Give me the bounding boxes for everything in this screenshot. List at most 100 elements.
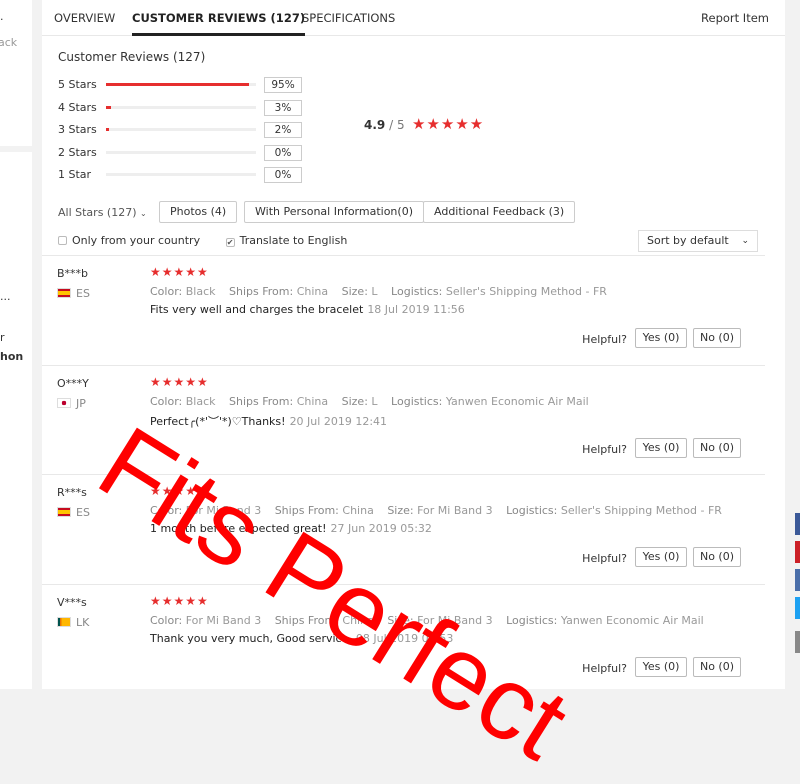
size-label: Size:	[341, 285, 368, 298]
ships-value: China	[296, 394, 329, 408]
flag-icon	[57, 507, 71, 517]
logistics-value: Yanwen Economic Air Mail	[560, 613, 704, 627]
translate-checkbox[interactable]: ✔ Translate to English	[225, 234, 348, 247]
pinterest-share-button[interactable]	[795, 541, 800, 563]
country-code: LK	[76, 615, 90, 629]
size-value: L	[371, 285, 378, 298]
chevron-down-icon: ⌄	[741, 236, 749, 246]
helpful-no-button[interactable]: No (0)	[693, 328, 741, 348]
review-attributes: Color: For Mi Band 3 Ships From: China S…	[150, 614, 704, 627]
review-text: Perfect╭(*'︶'*)♡Thanks! 20 Jul 2019 12:41	[150, 413, 387, 429]
rating-percent: 2%	[264, 122, 302, 138]
photos-filter-button[interactable]: Photos (4)	[159, 201, 238, 223]
ships-value: China	[296, 285, 329, 298]
review-body: 1 month before expected great!	[150, 522, 327, 535]
logistics-value: Yanwen Economic Air Mail	[445, 394, 589, 408]
helpful-yes-button[interactable]: Yes (0)	[635, 547, 687, 567]
only-country-label: Only from your country	[72, 234, 201, 247]
average-stars-icon: ★★★★★	[412, 115, 485, 133]
review-stars-icon: ★★★★★	[150, 593, 209, 608]
twitter-share-button[interactable]	[795, 597, 800, 619]
rating-row[interactable]: 2 Stars 0%	[58, 144, 318, 161]
personal-info-filter-button[interactable]: With Personal Information(0)	[244, 201, 424, 223]
review-text: Thank you very much, Good service. 08 Jul…	[150, 632, 453, 645]
rating-row[interactable]: 5 Stars 95%	[58, 77, 318, 93]
helpful-no-button[interactable]: No (0)	[693, 437, 741, 458]
rating-percent: 3%	[264, 99, 302, 116]
translate-label: Translate to English	[239, 234, 348, 247]
tab-specifications[interactable]: SPECIFICATIONS	[302, 11, 395, 25]
ships-value: China	[342, 613, 374, 627]
helpful-no-button[interactable]: No (0)	[693, 656, 741, 677]
country-code: ES	[76, 506, 90, 519]
review-body: Perfect╭(*'︶'*)♡Thanks!	[150, 414, 286, 428]
review-item: V***s LK ★★★★★ Color: For Mi Band 3 Ship…	[42, 583, 765, 693]
rating-bar	[106, 128, 256, 131]
tab-overview[interactable]: OVERVIEW	[54, 11, 115, 25]
tab-customer-reviews[interactable]: CUSTOMER REVIEWS (127)	[132, 11, 306, 36]
vk-share-button[interactable]	[795, 569, 800, 591]
only-country-checkbox[interactable]: Only from your country	[58, 234, 200, 247]
reviews-summary-title: Customer Reviews (127)	[58, 50, 206, 64]
reviewer-country: JP	[57, 397, 86, 410]
reviewer-name: B***b	[57, 267, 89, 280]
additional-feedback-filter-button[interactable]: Additional Feedback (3)	[423, 201, 576, 223]
logistics-label: Logistics:	[391, 285, 443, 298]
size-value: For Mi Band 3	[417, 504, 493, 517]
rating-bar	[106, 83, 256, 86]
helpful-yes-button[interactable]: Yes (0)	[635, 656, 687, 677]
all-stars-dropdown[interactable]: All Stars (127) ⌄	[58, 206, 147, 219]
left-fragment: ack	[0, 36, 18, 49]
chevron-down-icon: ⌄	[140, 209, 147, 218]
review-item: R***s ES ★★★★★ Color: For Mi Band 3 Ship…	[42, 474, 765, 583]
reviewer-name: R***s	[57, 486, 87, 499]
color-value: For Mi Band 3	[185, 504, 262, 517]
left-fragment: .	[0, 10, 4, 23]
logistics-value: Seller's Shipping Method - FR	[560, 504, 722, 517]
color-value: Black	[185, 285, 216, 298]
reviewer-name: O***Y	[57, 376, 89, 390]
more-share-button[interactable]	[795, 631, 800, 653]
rating-bar-fill	[106, 105, 111, 109]
ships-label: Ships From:	[229, 394, 294, 408]
rating-label: 1 Star	[58, 168, 92, 181]
review-stars-icon: ★★★★★	[150, 484, 209, 498]
size-label: Size:	[387, 613, 414, 627]
review-date: 08 Jul 2019 07:53	[355, 631, 454, 645]
helpful-label: Helpful?	[582, 661, 627, 675]
country-code: ES	[76, 287, 90, 300]
facebook-share-button[interactable]	[795, 513, 800, 535]
review-text: 1 month before expected great! 27 Jun 201…	[150, 522, 432, 535]
logistics-value: Seller's Shipping Method - FR	[445, 285, 607, 298]
helpful-no-button[interactable]: No (0)	[693, 547, 741, 567]
review-date: 18 Jul 2019 11:56	[367, 303, 465, 316]
helpful-yes-button[interactable]: Yes (0)	[635, 328, 687, 348]
checkmark-icon: ✔	[225, 238, 235, 247]
sort-dropdown[interactable]: Sort by default ⌄	[638, 230, 758, 252]
ships-label: Ships From:	[229, 285, 294, 298]
reviewer-name: V***s	[57, 595, 87, 609]
size-value: L	[371, 394, 378, 408]
rating-row[interactable]: 3 Stars 2%	[58, 122, 318, 138]
rating-bar	[106, 150, 256, 154]
review-stars-icon: ★★★★★	[150, 374, 209, 389]
country-code: JP	[76, 396, 86, 410]
review-text: Fits very well and charges the bracelet 1…	[150, 303, 465, 316]
all-stars-label: All Stars (127)	[58, 206, 137, 219]
review-attributes: Color: For Mi Band 3 Ships From: China S…	[150, 504, 722, 517]
rating-label: 4 Stars	[58, 100, 97, 114]
rating-bar-fill	[106, 83, 249, 86]
review-item: B***b ES ★★★★★ Color: Black Ships From: …	[42, 255, 765, 364]
rating-bar-fill	[106, 128, 109, 131]
color-value: For Mi Band 3	[185, 613, 262, 627]
rating-row[interactable]: 1 Star 0%	[58, 167, 318, 183]
size-value: For Mi Band 3	[417, 613, 493, 627]
rating-row[interactable]: 4 Stars 3%	[58, 99, 318, 116]
rating-label: 3 Stars	[58, 123, 97, 136]
helpful-yes-button[interactable]: Yes (0)	[635, 437, 687, 458]
review-date: 20 Jul 2019 12:41	[289, 414, 388, 428]
flag-icon	[57, 288, 71, 298]
helpful-label: Helpful?	[582, 442, 627, 456]
report-item-link[interactable]: Report Item	[701, 11, 769, 25]
score-value: 4.9	[364, 118, 386, 132]
